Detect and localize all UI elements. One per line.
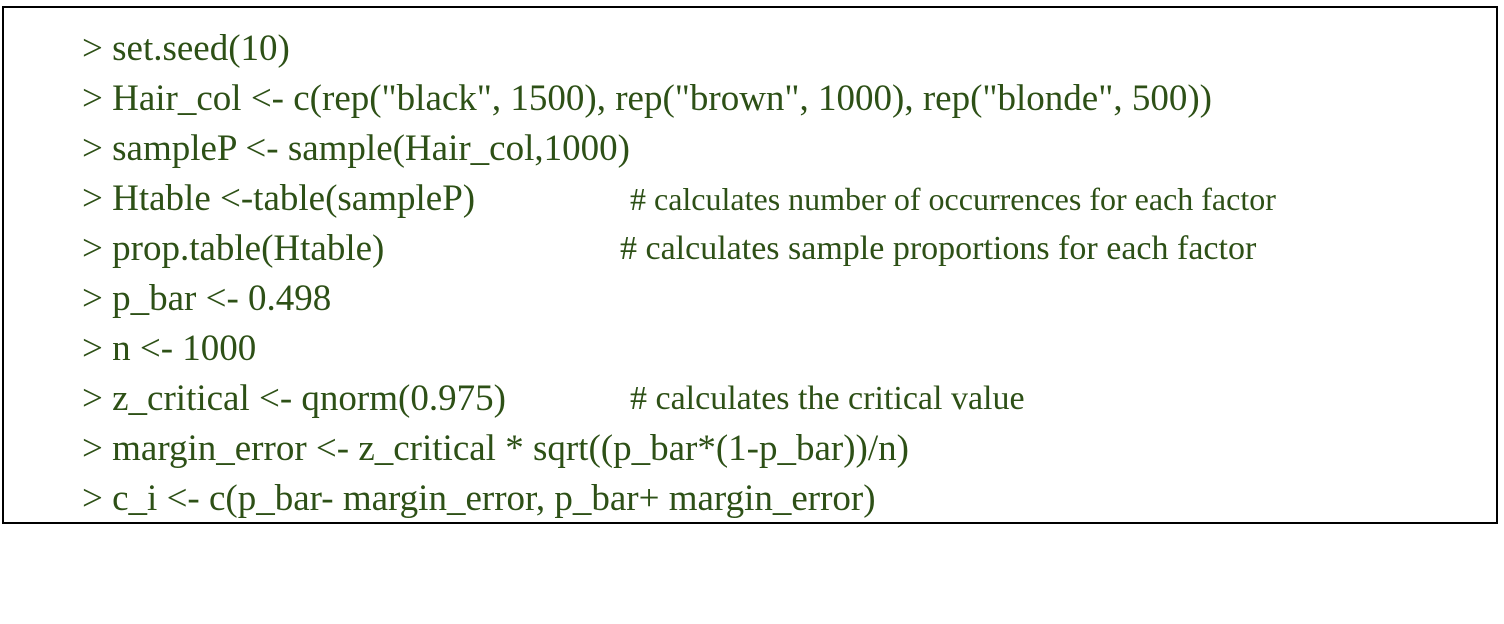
code-command: > prop.table(Htable)	[82, 228, 385, 269]
code-line-margin-error: > margin_error <- z_critical * sqrt((p_b…	[82, 424, 909, 474]
code-command: > Htable <-table(sampleP)	[82, 178, 476, 219]
code-line-z-critical: > z_critical <- qnorm(0.975) # calculate…	[82, 374, 1025, 424]
code-command: > sampleP <- sample(Hair_col,1000)	[82, 128, 630, 169]
code-line-p-bar: > p_bar <- 0.498	[82, 274, 331, 324]
code-command: > Hair_col <- c(rep("black", 1500), rep(…	[82, 78, 1212, 119]
code-line-set-seed: > set.seed(10)	[82, 24, 290, 74]
code-listing-box: > set.seed(10) > Hair_col <- c(rep("blac…	[2, 6, 1498, 524]
code-line-prop-table: > prop.table(Htable) # calculates sample…	[82, 224, 1256, 274]
code-line-sample: > sampleP <- sample(Hair_col,1000)	[82, 124, 630, 174]
code-command: > p_bar <- 0.498	[82, 278, 332, 319]
code-command: > n <- 1000	[82, 328, 257, 369]
code-command: > set.seed(10)	[82, 28, 290, 69]
code-comment: # calculates number of occurrences for e…	[630, 181, 1276, 217]
code-comment: # calculates the critical value	[630, 380, 1025, 417]
code-comment: # calculates sample proportions for each…	[620, 230, 1257, 267]
code-command: > margin_error <- z_critical * sqrt((p_b…	[82, 428, 909, 469]
code-line-htable: > Htable <-table(sampleP) # calculates n…	[82, 174, 1276, 224]
code-command: > c_i <- c(p_bar- margin_error, p_bar+ m…	[82, 478, 876, 519]
code-line-n: > n <- 1000	[82, 324, 256, 374]
code-line-confidence-interval: > c_i <- c(p_bar- margin_error, p_bar+ m…	[82, 474, 876, 524]
code-command: > z_critical <- qnorm(0.975)	[82, 378, 506, 419]
code-line-hair-col: > Hair_col <- c(rep("black", 1500), rep(…	[82, 74, 1212, 124]
